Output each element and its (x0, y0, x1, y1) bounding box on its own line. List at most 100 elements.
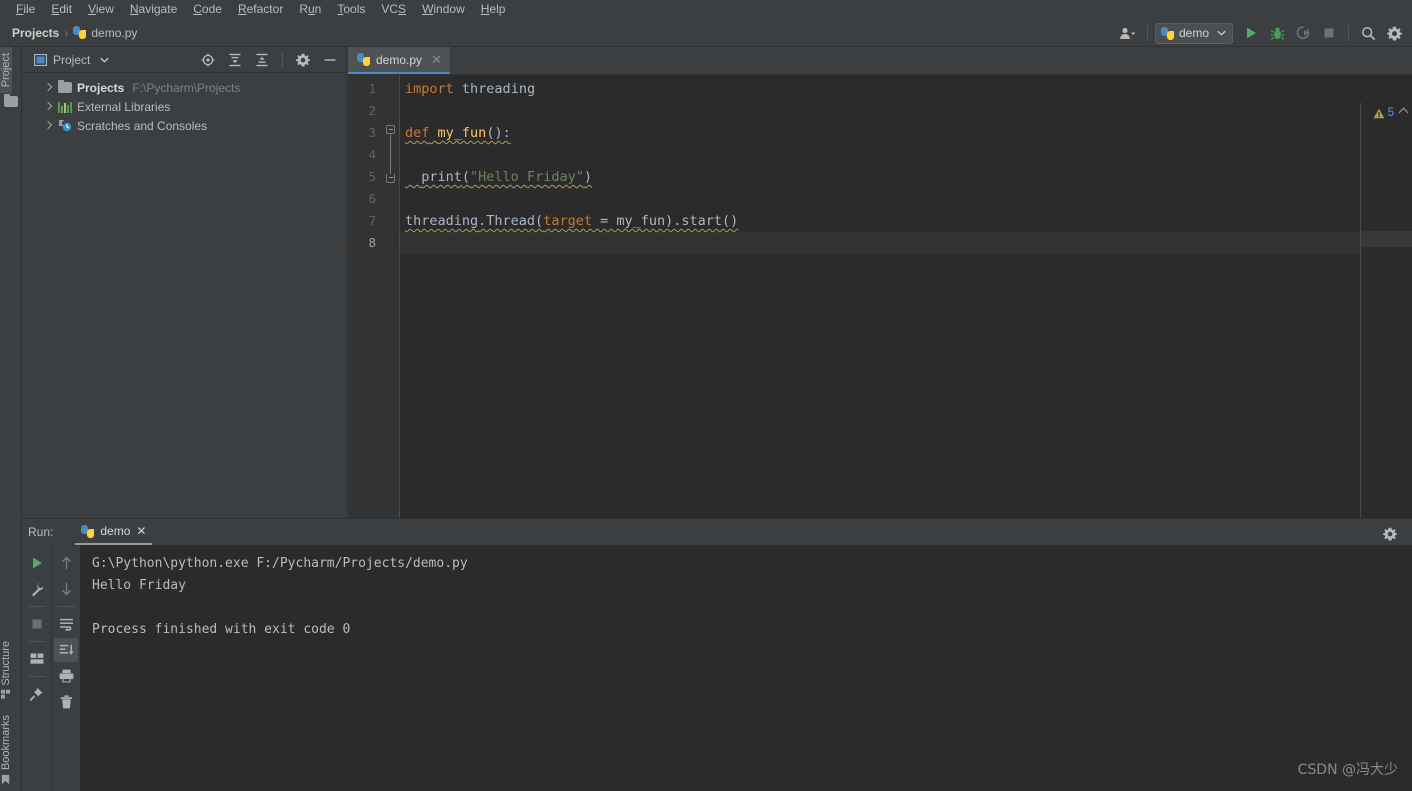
tree-node-label: External Libraries (77, 99, 171, 114)
tree-node-external-libraries[interactable]: External Libraries (22, 97, 346, 116)
select-opened-file-button[interactable] (196, 49, 220, 71)
chevron-right-icon[interactable] (44, 83, 53, 92)
toolbar-divider (27, 641, 46, 642)
code-line-4[interactable] (400, 144, 1412, 166)
line-number-1: 1 (368, 81, 376, 96)
search-icon (1361, 26, 1375, 40)
clear-all-button[interactable] (54, 690, 78, 714)
run-tab-label: demo (100, 524, 131, 538)
expand-all-icon (229, 53, 241, 67)
gear-icon (296, 53, 310, 67)
run-panel-settings-button[interactable] (1378, 523, 1402, 545)
code-line-3[interactable]: def my_fun(): (400, 122, 1412, 144)
toolbar-divider (27, 676, 46, 677)
rerun-button[interactable] (25, 551, 49, 575)
gear-icon (1386, 26, 1402, 40)
close-icon[interactable]: ✕ (431, 53, 442, 66)
scroll-up-button[interactable] (54, 551, 78, 575)
sidebar-item-project[interactable]: Project (0, 47, 12, 94)
layout-icon (30, 653, 43, 664)
code-editor[interactable]: 12345678 import threading def my_fun(): … (348, 75, 1412, 518)
watermark-text: CSDN @冯大少 (1297, 762, 1398, 778)
menu-item-window[interactable]: Window (414, 0, 473, 19)
project-panel-header-buttons (196, 47, 342, 73)
tree-node-projects[interactable]: Projects F:\Pycharm\Projects (22, 78, 346, 97)
run-console-output[interactable]: G:\Python\python.exe F:/Pycharm/Projects… (80, 545, 1412, 791)
folder-icon (58, 79, 72, 93)
debug-button[interactable] (1265, 22, 1289, 44)
sidebar-item-bookmarks[interactable]: Bookmarks (0, 705, 12, 791)
settings-button[interactable] (1382, 22, 1406, 44)
scroll-down-button[interactable] (54, 577, 78, 601)
fold-marker-def[interactable] (386, 125, 395, 134)
menu-item-refactor[interactable]: Refactor (230, 0, 291, 19)
run-with-coverage-button[interactable] (1291, 22, 1315, 44)
code-line-5[interactable]: print("Hello Friday") (400, 166, 1412, 188)
menu-item-view[interactable]: View (80, 0, 122, 19)
user-avatar-button[interactable] (1116, 22, 1140, 44)
menu-item-help[interactable]: Help (473, 0, 514, 19)
inspection-status-badge[interactable]: 5 (1373, 107, 1394, 119)
inspection-gutter[interactable]: 5 (1360, 103, 1412, 518)
python-file-icon (357, 53, 370, 66)
close-icon[interactable]: ✕ (136, 524, 146, 538)
panel-settings-button[interactable] (291, 49, 315, 71)
layout-settings-button[interactable] (25, 647, 49, 671)
left-strip-top-group: Project (0, 47, 22, 110)
hide-panel-button[interactable] (318, 49, 342, 71)
breadcrumb: Projects › demo.py (0, 26, 137, 40)
menu-item-edit[interactable]: Edit (43, 0, 80, 19)
line-number-gutter[interactable]: 12345678 (348, 75, 400, 518)
menu-item-tools[interactable]: Tools (329, 0, 373, 19)
code-line-7[interactable]: threading.Thread(target = my_fun).start(… (400, 210, 1412, 232)
soft-wrap-icon (59, 618, 73, 631)
chevron-right-icon[interactable] (44, 102, 53, 111)
code-line-8[interactable] (400, 232, 1412, 254)
play-icon (1247, 27, 1256, 39)
tree-node-path: F:\Pycharm\Projects (132, 80, 241, 95)
breadcrumb-file[interactable]: demo.py (73, 26, 137, 40)
run-tab-demo[interactable]: demo ✕ (75, 520, 153, 545)
editor-tab-demo-py[interactable]: demo.py ✕ (348, 47, 450, 74)
chevron-down-icon[interactable] (100, 57, 110, 63)
menu-item-navigate[interactable]: Navigate (122, 0, 185, 19)
minus-icon (324, 59, 336, 61)
expand-all-button[interactable] (223, 49, 247, 71)
code-line-1[interactable]: import threading (400, 78, 1412, 100)
run-configuration-selector[interactable]: demo (1154, 22, 1233, 44)
collapse-all-icon (256, 53, 268, 67)
search-everywhere-button[interactable] (1356, 22, 1380, 44)
stop-button[interactable] (1317, 22, 1341, 44)
token: def (405, 125, 430, 141)
chevron-right-icon[interactable] (44, 121, 53, 130)
menu-item-code[interactable]: Code (185, 0, 230, 19)
print-button[interactable] (54, 664, 78, 688)
menu-item-vcs[interactable]: VCS (373, 0, 414, 19)
menu-item-file[interactable]: File (8, 0, 43, 19)
fold-marker-print[interactable] (386, 174, 395, 183)
code-content[interactable]: import threading def my_fun(): print("He… (400, 75, 1412, 518)
stop-process-button[interactable] (25, 612, 49, 636)
edit-configuration-button[interactable] (25, 577, 49, 601)
tree-node-scratches-and-consoles[interactable]: Scratches and Consoles (22, 116, 346, 135)
editor-tab-label: demo.py (376, 52, 423, 67)
chevron-up-icon[interactable] (1400, 109, 1408, 117)
scroll-to-end-button[interactable] (54, 638, 78, 662)
menu-item-run[interactable]: Run (291, 0, 329, 19)
code-line-2[interactable] (400, 100, 1412, 122)
tree-node-label: Scratches and Consoles (77, 118, 208, 133)
breadcrumb-separator: › (64, 25, 69, 40)
code-line-6[interactable] (400, 188, 1412, 210)
sidebar-item-structure[interactable]: Structure (0, 635, 12, 705)
main-toolbar-right: demo (1116, 19, 1406, 47)
project-tree: Projects F:\Pycharm\Projects External Libr… (22, 73, 346, 135)
bug-icon (1270, 26, 1284, 40)
project-header-divider (282, 52, 283, 68)
stop-square-icon (1324, 28, 1334, 38)
collapse-all-button[interactable] (250, 49, 274, 71)
pin-tab-button[interactable] (25, 682, 49, 706)
run-button[interactable] (1239, 22, 1263, 44)
soft-wrap-button[interactable] (54, 612, 78, 636)
breadcrumb-root[interactable]: Projects (12, 26, 59, 40)
line-number-4: 4 (368, 147, 376, 162)
